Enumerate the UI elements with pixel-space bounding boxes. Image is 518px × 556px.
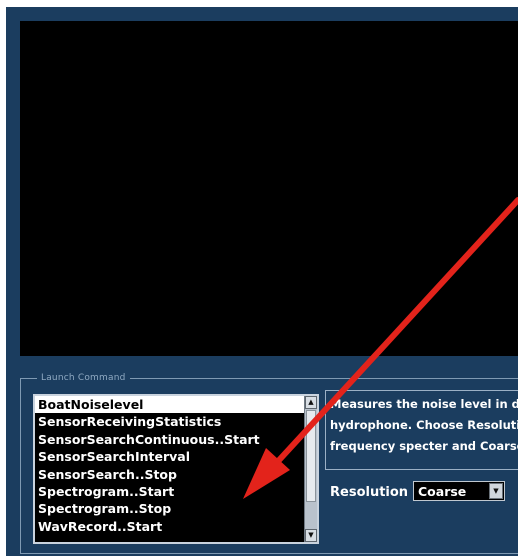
group-legend: Launch Command: [37, 371, 130, 385]
resolution-value: Coarse: [418, 484, 467, 499]
command-item[interactable]: SensorReceivingStatistics: [35, 413, 317, 430]
display-area: [20, 21, 518, 356]
description-line: hydrophone. Choose Resolution: [330, 418, 518, 432]
chevron-down-icon[interactable]: ▼: [489, 483, 503, 499]
description-line: frequency specter and Coarse: [330, 439, 518, 453]
description-line: Measures the noise level in dB: [330, 397, 518, 411]
resolution-label: Resolution: [330, 485, 409, 500]
command-item[interactable]: WavRecord..Start: [35, 518, 317, 535]
scroll-thumb[interactable]: [306, 410, 316, 502]
command-item[interactable]: BoatNoiselevel: [35, 396, 317, 414]
command-item[interactable]: Spectrogram..Stop: [35, 500, 317, 517]
app-window: Launch Command BoatNoiselevel SensorRece…: [6, 7, 518, 556]
command-item[interactable]: SensorSearchContinuous..Start: [35, 431, 317, 448]
scroll-up-icon[interactable]: ▲: [305, 396, 317, 409]
list-scrollbar[interactable]: ▲ ▼: [304, 396, 317, 542]
command-description: Measures the noise level in dB hydrophon…: [325, 390, 518, 470]
command-item[interactable]: SensorSearchInterval: [35, 448, 317, 465]
resolution-select[interactable]: Coarse ▼: [413, 481, 505, 501]
command-item[interactable]: SensorSearch..Stop: [35, 466, 317, 483]
command-listbox[interactable]: BoatNoiselevel SensorReceivingStatistics…: [33, 394, 319, 544]
scroll-down-icon[interactable]: ▼: [305, 529, 317, 542]
launch-command-group: Launch Command BoatNoiselevel SensorRece…: [20, 371, 518, 554]
command-item[interactable]: Spectrogram..Start: [35, 483, 317, 500]
